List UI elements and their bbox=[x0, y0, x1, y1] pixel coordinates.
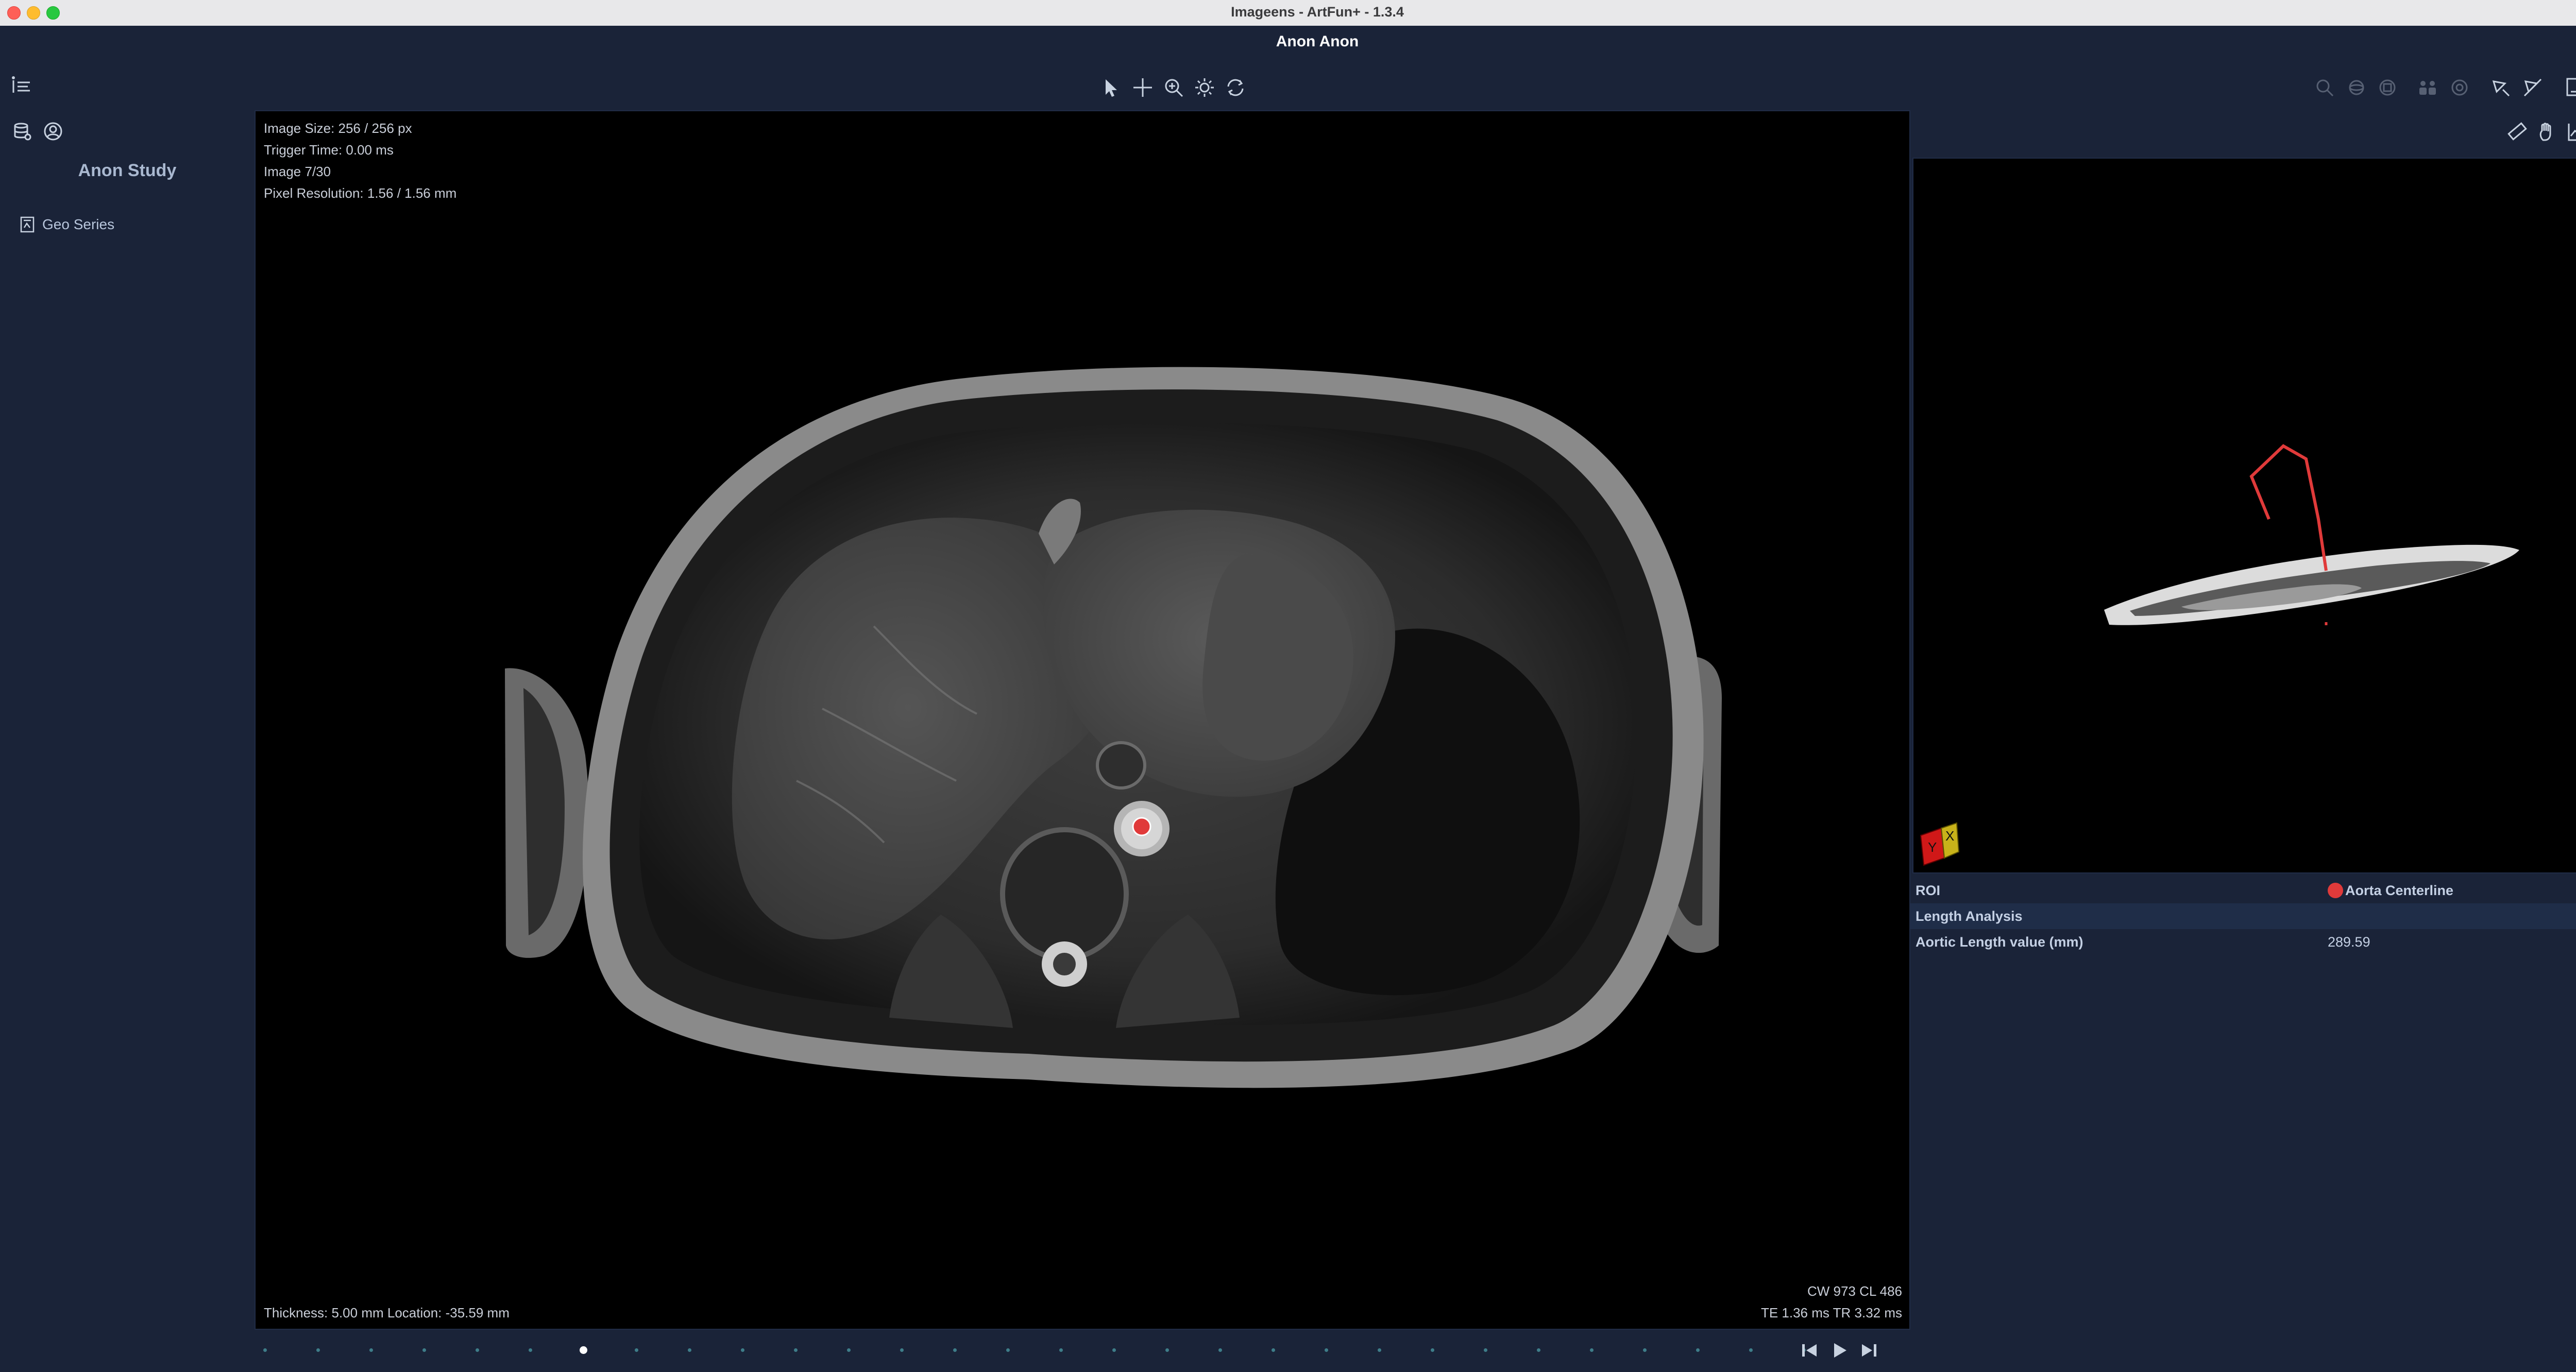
timeline-frame[interactable] bbox=[1165, 1348, 1169, 1352]
overlay-bottom-right: CW 973 CL 486 TE 1.36 ms TR 3.32 ms bbox=[1761, 1280, 1902, 1324]
overlay-top-left: Image Size: 256 / 256 px Trigger Time: 0… bbox=[264, 117, 456, 204]
timeline-frame[interactable] bbox=[953, 1348, 957, 1352]
roi-name: Aorta Centerline bbox=[2345, 883, 2454, 898]
analysis-panel: Y X ROI Aorta Centerline Length Analysis… bbox=[1910, 110, 2576, 1372]
thickness-location-text: Thickness: 5.00 mm Location: -35.59 mm bbox=[264, 1305, 510, 1320]
step-back-icon[interactable] bbox=[1798, 1339, 1821, 1362]
crosshair-icon[interactable] bbox=[1131, 76, 1154, 99]
image-size-text: Image Size: 256 / 256 px bbox=[264, 121, 412, 136]
timeline-frame-current[interactable] bbox=[579, 1346, 587, 1354]
pixel-resolution-text: Pixel Resolution: 1.56 / 1.56 mm bbox=[264, 185, 457, 201]
timeline-frame[interactable] bbox=[316, 1348, 320, 1352]
series-label: Geo Series bbox=[42, 216, 115, 232]
timeline-frame[interactable] bbox=[1324, 1348, 1328, 1352]
mri-axial-image bbox=[505, 367, 1722, 1088]
timeline-frame[interactable] bbox=[740, 1348, 744, 1352]
ruler-icon[interactable] bbox=[2506, 121, 2529, 143]
sidebar-toggle-icon[interactable] bbox=[10, 75, 33, 98]
timeline-frame[interactable] bbox=[793, 1348, 798, 1352]
hand-icon[interactable] bbox=[2536, 121, 2558, 143]
properties-table: ROI Aorta Centerline Length Analysis Aor… bbox=[1910, 878, 2576, 955]
timeline-frame[interactable] bbox=[1430, 1348, 1434, 1352]
aortic-length-row: Aortic Length value (mm) 289.59 bbox=[1910, 929, 2576, 955]
timeline-frame[interactable] bbox=[846, 1348, 851, 1352]
timeline-frame[interactable] bbox=[1271, 1348, 1275, 1352]
timeline-frame[interactable] bbox=[634, 1348, 638, 1352]
aortic-length-value: 289.59 bbox=[2328, 934, 2370, 950]
group-icon[interactable] bbox=[2416, 76, 2439, 99]
window-titlebar: Imageens - ArtFun+ - 1.3.4 bbox=[0, 0, 2576, 27]
3d-centerline-render: Y X bbox=[1920, 444, 2519, 866]
timeline-frame[interactable] bbox=[1642, 1348, 1647, 1352]
database-icon[interactable] bbox=[12, 122, 32, 141]
brightness-icon[interactable] bbox=[1193, 76, 1216, 99]
window-level-text: CW 973 CL 486 bbox=[1807, 1283, 1902, 1299]
timeline-frame[interactable] bbox=[687, 1348, 691, 1352]
magnify-icon[interactable] bbox=[2313, 76, 2336, 99]
rotate-cube-icon[interactable] bbox=[2376, 76, 2399, 99]
image-viewport[interactable]: Image Size: 256 / 256 px Trigger Time: 0… bbox=[255, 110, 1910, 1330]
main-toolbar bbox=[0, 61, 2576, 110]
timeline-frame[interactable] bbox=[475, 1348, 479, 1352]
chart-line-icon[interactable] bbox=[2566, 121, 2576, 143]
roi-color-swatch bbox=[2328, 883, 2343, 898]
roi-row[interactable]: ROI Aorta Centerline bbox=[1910, 878, 2576, 903]
timeline-frame[interactable] bbox=[1377, 1348, 1381, 1352]
roi-value: Aorta Centerline bbox=[2328, 883, 2453, 899]
timeline-frame[interactable] bbox=[900, 1348, 904, 1352]
rotate-3d-icon[interactable] bbox=[2345, 76, 2368, 99]
3d-view[interactable]: Y X bbox=[1912, 158, 2576, 873]
panel-toolbar bbox=[1910, 110, 2576, 158]
step-forward-icon[interactable] bbox=[1858, 1339, 1880, 1362]
trigger-time-text: Trigger Time: 0.00 ms bbox=[264, 142, 394, 158]
timeline-frame[interactable] bbox=[1589, 1348, 1594, 1352]
aorta-centerline-3d bbox=[2249, 444, 2328, 571]
series-file-icon bbox=[20, 216, 35, 233]
play-icon[interactable] bbox=[1828, 1339, 1851, 1362]
timeline-frame[interactable] bbox=[1536, 1348, 1540, 1352]
aortic-length-key: Aortic Length value (mm) bbox=[1916, 934, 2083, 950]
study-sidebar: Anon Study Geo Series bbox=[0, 110, 255, 1372]
timeline-frame[interactable] bbox=[1059, 1348, 1063, 1352]
roi-key: ROI bbox=[1916, 883, 1941, 898]
timeline-frame[interactable] bbox=[1006, 1348, 1010, 1352]
cube-y-label: Y bbox=[1928, 839, 1937, 855]
timeline-frame[interactable] bbox=[1749, 1348, 1753, 1352]
patient-header: Anon Anon bbox=[0, 26, 2576, 61]
roi-delete-icon[interactable] bbox=[2521, 76, 2544, 99]
timeline-frame[interactable] bbox=[528, 1348, 532, 1352]
window-title: Imageens - ArtFun+ - 1.3.4 bbox=[1231, 4, 1404, 20]
pointer-icon[interactable] bbox=[1099, 76, 1122, 99]
zoom-icon[interactable] bbox=[1162, 76, 1185, 99]
timeline-frame[interactable] bbox=[1218, 1348, 1222, 1352]
user-circle-icon[interactable] bbox=[43, 122, 63, 141]
orientation-cube: Y X bbox=[1920, 822, 1960, 866]
timeline-frame[interactable] bbox=[1483, 1348, 1487, 1352]
cube-x-label: X bbox=[1945, 828, 1954, 844]
target-circle-icon[interactable] bbox=[2448, 76, 2471, 99]
roi-draw-icon[interactable] bbox=[2489, 76, 2512, 99]
study-title: Anon Study bbox=[78, 161, 177, 180]
reset-rotate-icon[interactable] bbox=[1224, 76, 1247, 99]
section-title: Length Analysis bbox=[1916, 908, 2023, 924]
te-tr-text: TE 1.36 ms TR 3.32 ms bbox=[1760, 1305, 1902, 1320]
export-icon[interactable] bbox=[2564, 76, 2576, 99]
timeline-frame[interactable] bbox=[1112, 1348, 1116, 1352]
timeline-frame[interactable] bbox=[369, 1348, 373, 1352]
timeline-frame[interactable] bbox=[263, 1348, 267, 1352]
length-analysis-section[interactable]: Length Analysis bbox=[1910, 903, 2576, 929]
image-index-text: Image 7/30 bbox=[264, 164, 331, 179]
patient-name: Anon Anon bbox=[1276, 33, 1359, 50]
roi-point-marker[interactable] bbox=[1132, 817, 1151, 836]
timeline-frame[interactable] bbox=[422, 1348, 426, 1352]
timeline-frame[interactable] bbox=[1696, 1348, 1700, 1352]
frame-timeline[interactable] bbox=[255, 1330, 1910, 1372]
